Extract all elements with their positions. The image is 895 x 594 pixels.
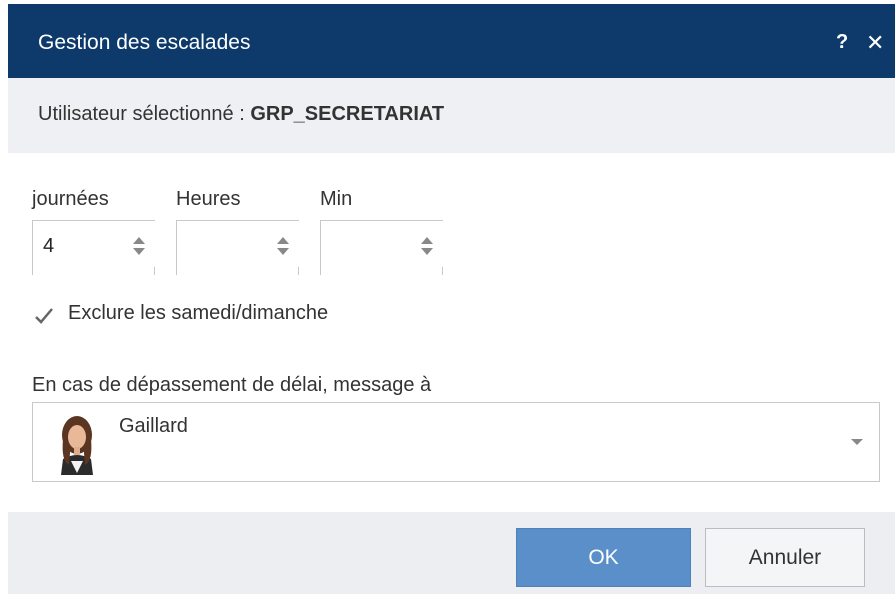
exclude-weekend-label[interactable]: Exclure les samedi/dimanche — [68, 302, 328, 325]
hours-stepper[interactable] — [176, 220, 299, 275]
chevron-down-icon[interactable] — [851, 439, 863, 445]
checkmark-icon[interactable] — [34, 306, 54, 326]
dialog-titlebar: Gestion des escalades ? ✕ — [8, 4, 895, 78]
ok-button[interactable]: OK — [516, 528, 691, 587]
selected-user-value: GRP_SECRETARIAT — [250, 103, 445, 125]
days-value[interactable]: 4 — [43, 235, 54, 258]
hours-spin-arrows-icon[interactable] — [277, 235, 289, 257]
close-icon[interactable]: ✕ — [866, 30, 884, 56]
selected-user-bar: Utilisateur sélectionné : GRP_SECRETARIA… — [8, 78, 895, 153]
dialog-footer: OK Annuler — [8, 512, 895, 594]
recipient-label: En cas de dépassement de délai, message … — [32, 374, 432, 396]
minutes-spin-arrows-icon[interactable] — [421, 235, 433, 257]
dialog-title: Gestion des escalades — [38, 31, 251, 54]
hours-label: Heures — [176, 188, 241, 210]
selected-user-label: Utilisateur sélectionné : — [38, 103, 251, 125]
days-label: journées — [32, 188, 109, 210]
cancel-button[interactable]: Annuler — [705, 528, 865, 587]
selected-user-text: Utilisateur sélectionné : GRP_SECRETARIA… — [38, 103, 444, 126]
minutes-stepper[interactable] — [320, 220, 443, 275]
minutes-label: Min — [320, 188, 353, 210]
recipient-select[interactable]: Gaillard — [32, 402, 880, 482]
days-stepper[interactable]: 4 — [32, 220, 155, 275]
days-spin-arrows-icon[interactable] — [133, 235, 145, 257]
help-icon[interactable]: ? — [836, 31, 848, 54]
avatar — [51, 411, 103, 475]
recipient-name: Gaillard — [119, 415, 188, 437]
